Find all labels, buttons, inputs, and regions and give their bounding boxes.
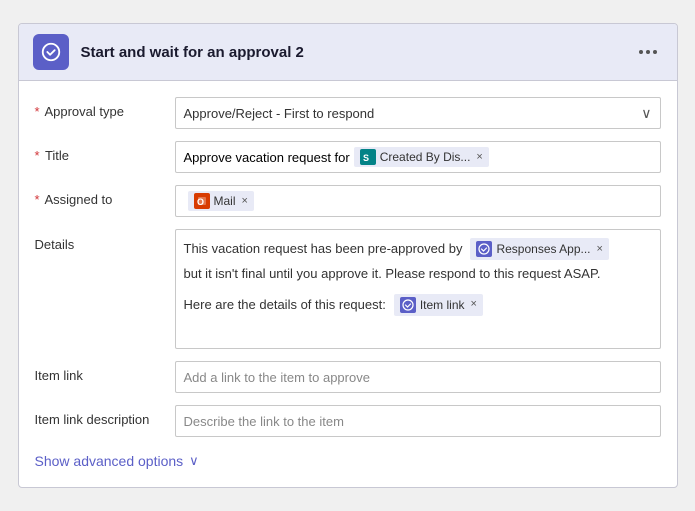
item-link-desc-field[interactable]: Describe the link to the item [175, 405, 661, 437]
chevron-down-icon: ∨ [641, 105, 651, 122]
assigned-to-field[interactable]: O Mail × [175, 185, 661, 217]
title-row: * Title Approve vacation request for S C… [19, 135, 677, 179]
details-row: Details This vacation request has been p… [19, 223, 677, 355]
assigned-to-tag-label: Mail [214, 194, 236, 208]
details-text2: but it isn't final until you approve it.… [184, 264, 652, 284]
details-tag1-close[interactable]: × [597, 241, 603, 258]
assigned-to-row: * Assigned to O Mail × [19, 179, 677, 223]
card-body: * Approval type Approve/Reject - First t… [19, 81, 677, 487]
required-star: * [35, 192, 40, 207]
svg-text:O: O [197, 197, 204, 207]
item-link-desc-row: Item link description Describe the link … [19, 399, 677, 443]
office-icon: O [194, 193, 210, 209]
details-tag1: Responses App... × [470, 238, 609, 260]
assigned-to-label: * Assigned to [35, 185, 175, 207]
card-header: Start and wait for an approval 2 [19, 24, 677, 81]
svg-text:S: S [363, 153, 369, 163]
show-advanced-button[interactable]: Show advanced options ∨ [19, 445, 677, 477]
title-tag: S Created By Dis... × [354, 147, 489, 167]
item-link-row: Item link Add a link to the item to appr… [19, 355, 677, 399]
details-tag2-close[interactable]: × [471, 296, 477, 313]
card-title: Start and wait for an approval 2 [81, 44, 633, 61]
details-text3: Here are the details of this request: [184, 295, 386, 315]
required-star: * [35, 104, 40, 119]
title-tag-label: Created By Dis... [380, 150, 471, 164]
approval-type-row: * Approval type Approve/Reject - First t… [19, 91, 677, 135]
details-line1: This vacation request has been pre-appro… [184, 238, 652, 260]
details-line3: Here are the details of this request: It… [184, 294, 652, 316]
details-tag2: Item link × [394, 294, 483, 316]
title-prefix-text: Approve vacation request for [184, 150, 350, 165]
details-field[interactable]: This vacation request has been pre-appro… [175, 229, 661, 349]
item-link-desc-label: Item link description [35, 405, 175, 427]
show-advanced-label: Show advanced options [35, 453, 184, 469]
more-options-button[interactable] [633, 46, 663, 58]
details-label: Details [35, 229, 175, 252]
approval-type-label: * Approval type [35, 97, 175, 119]
item-link-placeholder: Add a link to the item to approve [184, 370, 370, 385]
item-link-field[interactable]: Add a link to the item to approve [175, 361, 661, 393]
required-star: * [35, 148, 40, 163]
title-field[interactable]: Approve vacation request for S Created B… [175, 141, 661, 173]
item-link-desc-placeholder: Describe the link to the item [184, 414, 344, 429]
details-tag1-label: Responses App... [496, 240, 590, 258]
approval-type-dropdown[interactable]: Approve/Reject - First to respond ∨ [175, 97, 661, 129]
approval-icon [476, 241, 492, 257]
item-link-label: Item link [35, 361, 175, 383]
approval-type-value: Approve/Reject - First to respond [184, 106, 375, 121]
chevron-down-icon: ∨ [189, 453, 199, 469]
approval-card: Start and wait for an approval 2 * Appro… [18, 23, 678, 488]
approval-icon2 [400, 297, 416, 313]
sharepoint-icon: S [360, 149, 376, 165]
details-text1: This vacation request has been pre-appro… [184, 239, 463, 259]
details-tag2-label: Item link [420, 296, 465, 314]
assigned-to-tag: O Mail × [188, 191, 254, 211]
assigned-to-tag-close[interactable]: × [242, 195, 248, 207]
title-label: * Title [35, 141, 175, 163]
card-header-icon [33, 34, 69, 70]
title-tag-close[interactable]: × [476, 151, 482, 163]
